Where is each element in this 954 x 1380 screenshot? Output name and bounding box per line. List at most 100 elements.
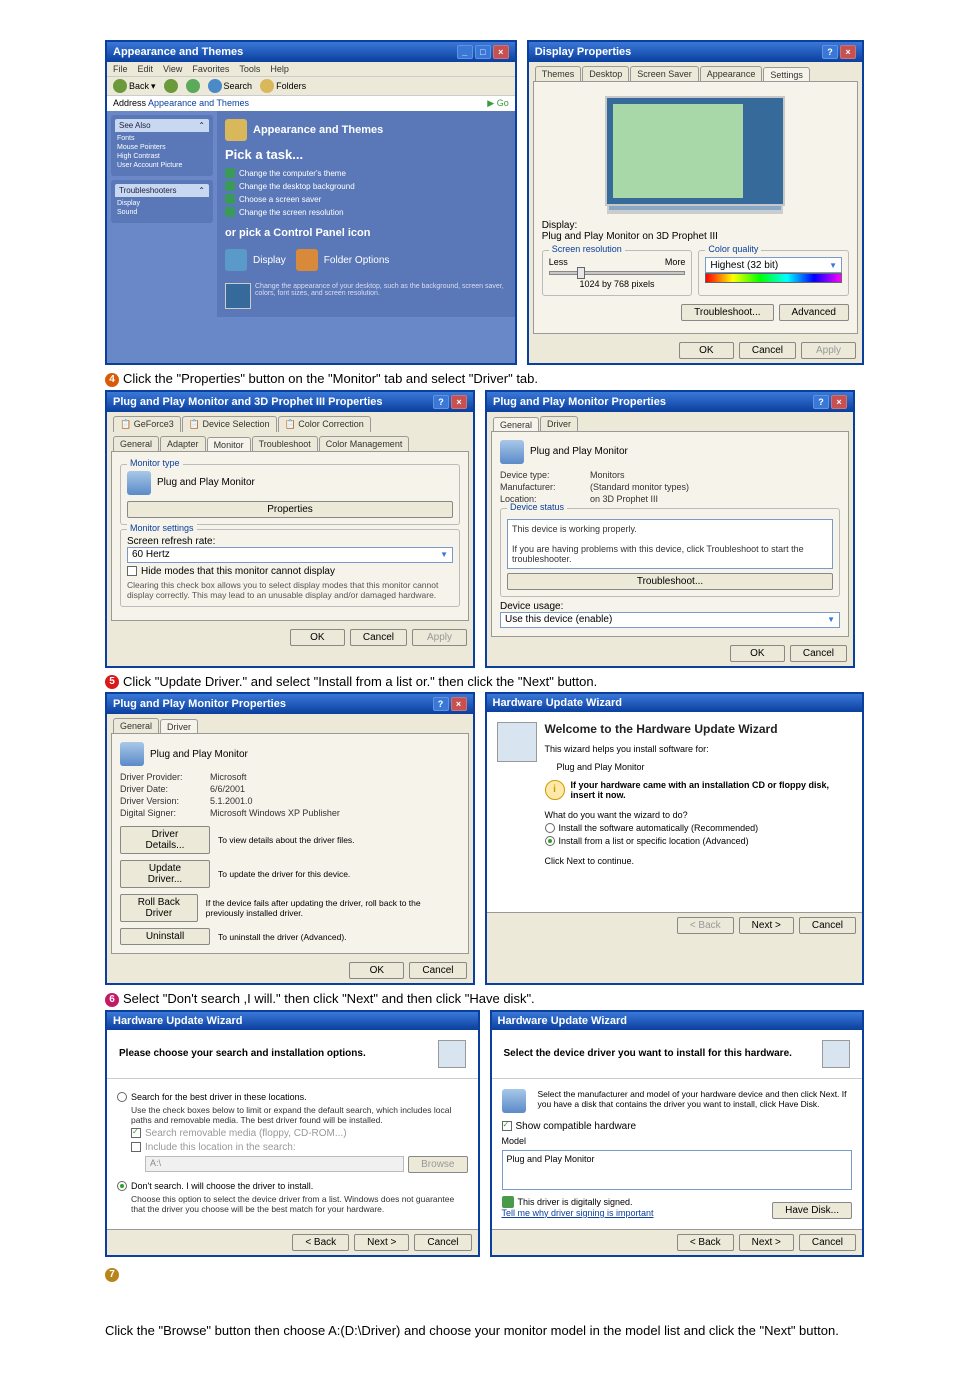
radio-dont-search[interactable]: Don't search. I will choose the driver t… xyxy=(117,1181,468,1191)
device-usage-select[interactable]: Use this device (enable)▼ xyxy=(500,612,840,628)
maximize-icon[interactable]: □ xyxy=(475,45,491,59)
task-link[interactable]: Choose a screen saver xyxy=(225,194,507,204)
ok-button[interactable]: OK xyxy=(290,629,345,646)
tab-appearance[interactable]: Appearance xyxy=(700,66,763,81)
radio-search-best[interactable]: Search for the best driver in these loca… xyxy=(117,1092,468,1102)
task-link[interactable]: Change the screen resolution xyxy=(225,207,507,217)
properties-button[interactable]: Properties xyxy=(127,501,453,518)
cancel-button[interactable]: Cancel xyxy=(790,645,847,662)
have-disk-button[interactable]: Have Disk... xyxy=(772,1202,852,1219)
help-icon[interactable]: ? xyxy=(822,45,838,59)
go-button[interactable]: Go xyxy=(497,98,509,108)
cancel-button[interactable]: Cancel xyxy=(414,1234,471,1251)
back-button[interactable]: < Back xyxy=(677,1234,734,1251)
update-driver-button[interactable]: Update Driver... xyxy=(120,860,210,888)
model-listbox[interactable]: Plug and Play Monitor xyxy=(502,1150,853,1190)
tab-general[interactable]: General xyxy=(493,417,539,432)
color-quality-select[interactable]: Highest (32 bit)▼ xyxy=(705,257,842,273)
help-icon[interactable]: ? xyxy=(813,395,829,409)
side-link[interactable]: Fonts xyxy=(117,134,207,143)
cancel-button[interactable]: Cancel xyxy=(409,962,466,979)
close-icon[interactable]: × xyxy=(451,697,467,711)
tab-general[interactable]: General xyxy=(113,718,159,733)
cancel-button[interactable]: Cancel xyxy=(739,342,796,359)
close-icon[interactable]: × xyxy=(493,45,509,59)
next-button[interactable]: Next > xyxy=(739,1234,794,1251)
ok-button[interactable]: OK xyxy=(349,962,404,979)
menu-help[interactable]: Help xyxy=(270,64,289,74)
cp-icon-display[interactable]: Display xyxy=(225,249,286,271)
up-icon[interactable] xyxy=(186,79,200,93)
task-link[interactable]: Change the desktop background xyxy=(225,181,507,191)
side-link[interactable]: Mouse Pointers xyxy=(117,143,207,152)
minimize-icon[interactable]: _ xyxy=(457,45,473,59)
tab-settings[interactable]: Settings xyxy=(763,67,810,82)
menu-favorites[interactable]: Favorites xyxy=(192,64,229,74)
help-icon[interactable]: ? xyxy=(433,697,449,711)
slider-thumb[interactable] xyxy=(577,267,585,279)
cb-include-location[interactable]: Include this location in the search: xyxy=(131,1142,468,1153)
tab-color-correction[interactable]: 📋 Color Correction xyxy=(278,416,371,432)
driver-details-button[interactable]: Driver Details... xyxy=(120,826,210,854)
next-button[interactable]: Next > xyxy=(354,1234,409,1251)
tab-themes[interactable]: Themes xyxy=(535,66,582,81)
next-button[interactable]: Next > xyxy=(739,917,794,934)
ok-button[interactable]: OK xyxy=(679,342,734,359)
location-input[interactable]: A:\ xyxy=(145,1156,404,1172)
resolution-slider[interactable] xyxy=(549,271,686,275)
tab-monitor[interactable]: Monitor xyxy=(207,437,251,452)
menu-file[interactable]: File xyxy=(113,64,128,74)
apply-button[interactable]: Apply xyxy=(801,342,856,359)
tab-adapter[interactable]: Adapter xyxy=(160,436,206,451)
apply-button[interactable]: Apply xyxy=(412,629,467,646)
cp-icon-folder-options[interactable]: Folder Options xyxy=(296,249,390,271)
tab-screensaver[interactable]: Screen Saver xyxy=(630,66,699,81)
back-button[interactable]: < Back xyxy=(677,917,734,934)
troubleshoot-button[interactable]: Troubleshoot... xyxy=(507,573,833,590)
side-link[interactable]: User Account Picture xyxy=(117,161,207,170)
cancel-button[interactable]: Cancel xyxy=(350,629,407,646)
menu-edit[interactable]: Edit xyxy=(138,64,154,74)
tab-desktop[interactable]: Desktop xyxy=(582,66,629,81)
task-link[interactable]: Change the computer's theme xyxy=(225,168,507,178)
back-button[interactable]: < Back xyxy=(292,1234,349,1251)
rollback-driver-button[interactable]: Roll Back Driver xyxy=(120,894,198,922)
menu-tools[interactable]: Tools xyxy=(239,64,260,74)
help-icon[interactable]: ? xyxy=(433,395,449,409)
tab-driver[interactable]: Driver xyxy=(540,416,578,431)
search-button[interactable]: Search xyxy=(208,79,253,93)
model-item[interactable]: Plug and Play Monitor xyxy=(505,1153,850,1165)
cancel-button[interactable]: Cancel xyxy=(799,917,856,934)
refresh-rate-select[interactable]: 60 Hertz▼ xyxy=(127,547,453,563)
collapse-icon[interactable]: ⌃ xyxy=(198,186,205,195)
folders-button[interactable]: Folders xyxy=(260,79,306,93)
radio-list[interactable]: Install from a list or specific location… xyxy=(545,836,853,846)
forward-icon[interactable] xyxy=(164,79,178,93)
tab-geforce[interactable]: 📋 GeForce3 xyxy=(113,416,181,432)
back-button[interactable]: Back ▾ xyxy=(113,79,156,93)
tab-driver[interactable]: Driver xyxy=(160,719,198,734)
advanced-button[interactable]: Advanced xyxy=(779,304,849,321)
signing-link[interactable]: Tell me why driver signing is important xyxy=(502,1208,654,1218)
collapse-icon[interactable]: ⌃ xyxy=(198,121,205,130)
close-icon[interactable]: × xyxy=(840,45,856,59)
uninstall-button[interactable]: Uninstall xyxy=(120,928,210,945)
ok-button[interactable]: OK xyxy=(730,645,785,662)
show-compatible-checkbox[interactable]: Show compatible hardware xyxy=(502,1121,853,1132)
tab-general[interactable]: General xyxy=(113,436,159,451)
close-icon[interactable]: × xyxy=(831,395,847,409)
cb-removable[interactable]: Search removable media (floppy, CD-ROM..… xyxy=(131,1128,468,1139)
side-link[interactable]: High Contrast xyxy=(117,152,207,161)
radio-auto[interactable]: Install the software automatically (Reco… xyxy=(545,823,853,833)
address-value[interactable]: Appearance and Themes xyxy=(148,98,249,108)
tab-device-selection[interactable]: 📋 Device Selection xyxy=(182,416,277,432)
hide-modes-checkbox[interactable]: Hide modes that this monitor cannot disp… xyxy=(127,566,453,577)
tab-color-mgmt[interactable]: Color Management xyxy=(319,436,410,451)
menu-view[interactable]: View xyxy=(163,64,182,74)
browse-button[interactable]: Browse xyxy=(408,1156,467,1173)
side-link[interactable]: Sound xyxy=(117,208,207,217)
close-icon[interactable]: × xyxy=(451,395,467,409)
cancel-button[interactable]: Cancel xyxy=(799,1234,856,1251)
side-link[interactable]: Display xyxy=(117,199,207,208)
troubleshoot-button[interactable]: Troubleshoot... xyxy=(681,304,773,321)
